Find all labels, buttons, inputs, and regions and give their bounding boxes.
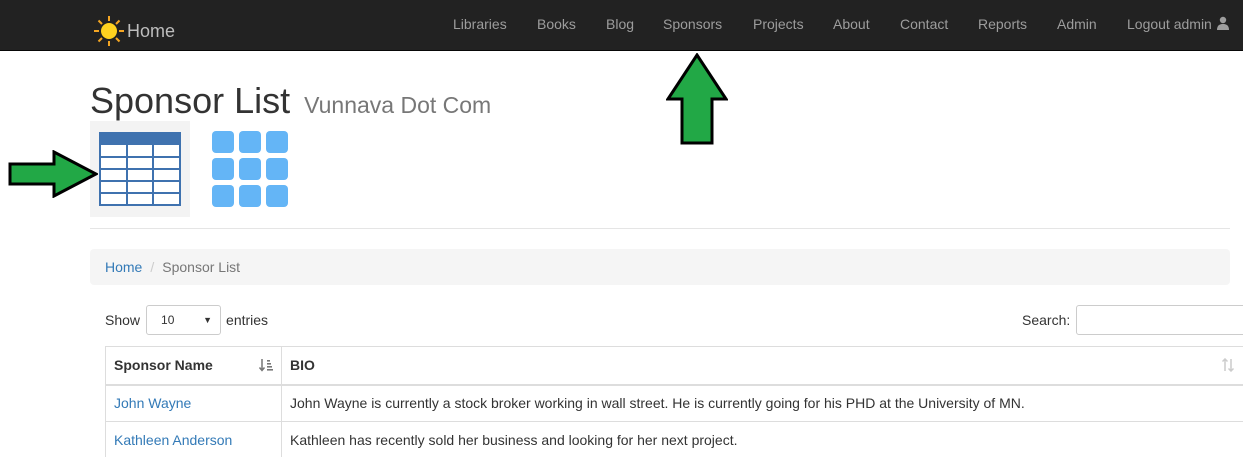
chevron-down-icon: ▼ [203, 315, 213, 325]
top-navbar: Home Libraries Books Blog Sponsors Proje… [0, 0, 1243, 51]
brand-label: Home [127, 20, 176, 41]
sponsor-name-link[interactable]: Kathleen Anderson [114, 432, 232, 448]
table-row: Kathleen Anderson Kathleen has recently … [105, 421, 1243, 457]
sponsor-table: Sponsor Name BIO John Wayne John Wayne i… [105, 346, 1243, 457]
sponsor-name-cell: Kathleen Anderson [105, 421, 282, 457]
column-header-bio[interactable]: BIO [281, 346, 1243, 386]
nav-blog[interactable]: Blog [606, 16, 634, 32]
nav-books[interactable]: Books [537, 16, 576, 32]
table-view-icon [99, 132, 181, 206]
nav-admin[interactable]: Admin [1057, 16, 1097, 32]
page-length-value: 10 [161, 313, 175, 327]
nav-contact[interactable]: Contact [900, 16, 948, 32]
nav-projects[interactable]: Projects [753, 16, 804, 32]
brand-home-link[interactable]: Home [92, 14, 175, 48]
annotation-arrow-right-icon [8, 150, 98, 198]
sun-icon [94, 16, 124, 46]
page-length-control: Show 10 ▼ entries [105, 305, 268, 335]
annotation-arrow-up-icon [666, 53, 728, 145]
page-length-select[interactable]: 10 ▼ [146, 305, 222, 335]
bio-cell: Kathleen has recently sold her business … [281, 421, 1243, 457]
show-label: Show [105, 312, 141, 328]
search-input[interactable] [1076, 305, 1243, 335]
sponsor-name-cell: John Wayne [105, 384, 282, 422]
search-label: Search: [1022, 312, 1071, 328]
user-icon [1216, 16, 1229, 30]
sort-both-icon [1221, 358, 1235, 372]
nav-libraries[interactable]: Libraries [453, 16, 507, 32]
sort-ascending-icon [259, 359, 273, 372]
nav-sponsors[interactable]: Sponsors [663, 16, 722, 32]
page-title-text: Sponsor List [90, 80, 291, 121]
breadcrumb: Home / Sponsor List [90, 249, 1230, 285]
column-header-sponsor-name[interactable]: Sponsor Name [105, 346, 282, 386]
breadcrumb-separator: / [150, 259, 155, 275]
table-row: John Wayne John Wayne is currently a sto… [105, 384, 1243, 422]
breadcrumb-current: Sponsor List [162, 259, 241, 275]
page-title: Sponsor List Vunnava Dot Com [90, 80, 491, 122]
column-label: BIO [290, 357, 315, 374]
bio-cell: John Wayne is currently a stock broker w… [281, 384, 1243, 422]
breadcrumb-home[interactable]: Home [105, 259, 142, 275]
grid-view-icon [212, 131, 288, 207]
grid-view-button[interactable] [208, 127, 292, 211]
sponsor-name-link[interactable]: John Wayne [114, 395, 191, 411]
nav-logout[interactable]: Logout admin [1127, 16, 1230, 32]
header-divider [90, 228, 1230, 229]
table-view-button[interactable] [90, 121, 190, 217]
logout-label: Logout admin [1127, 16, 1212, 32]
page-subtitle: Vunnava Dot Com [304, 92, 492, 118]
table-header-row: Sponsor Name BIO [105, 346, 1243, 386]
nav-reports[interactable]: Reports [978, 16, 1027, 32]
column-label: Sponsor Name [114, 357, 213, 374]
entries-label: entries [226, 312, 269, 328]
nav-about[interactable]: About [833, 16, 870, 32]
